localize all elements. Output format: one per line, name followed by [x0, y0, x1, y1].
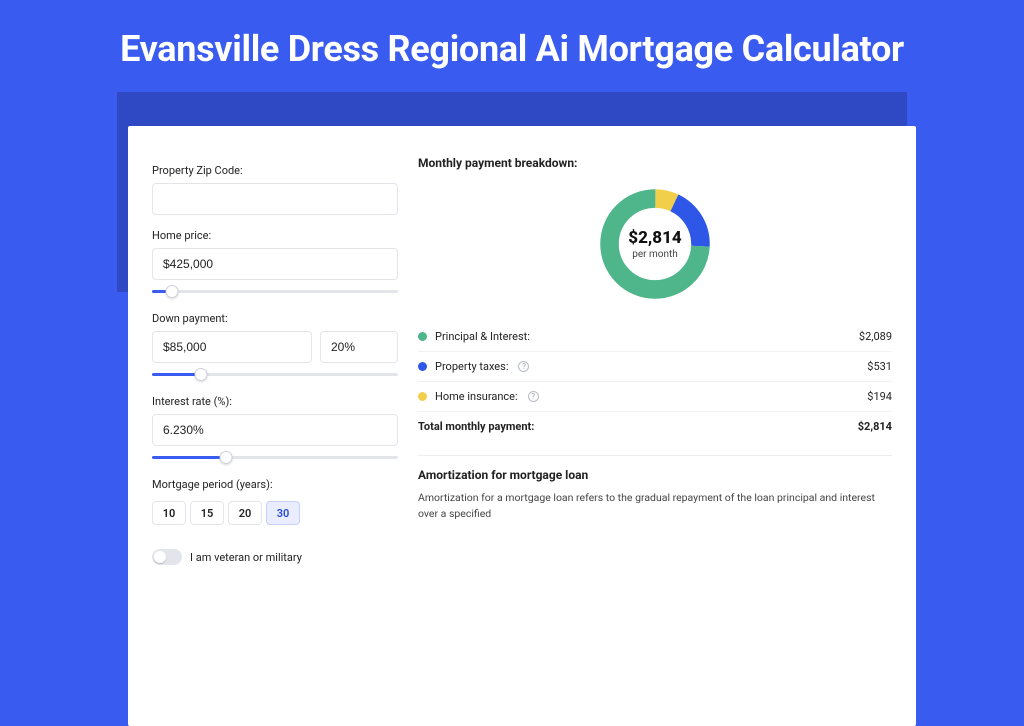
interest-slider[interactable]	[152, 450, 398, 464]
period-label: Mortgage period (years):	[152, 478, 398, 491]
legend-label: Property taxes:	[435, 360, 508, 373]
legend-left: Home insurance:?	[418, 390, 539, 403]
toggle-knob	[154, 551, 166, 563]
form-panel: Property Zip Code: Home price: Down paym…	[152, 156, 398, 696]
calculator-card: Property Zip Code: Home price: Down paym…	[128, 126, 916, 726]
down-payment-input[interactable]	[152, 331, 312, 363]
legend-value: $531	[867, 360, 892, 373]
interest-slider-thumb[interactable]	[219, 451, 232, 464]
legend-dot-icon	[418, 332, 427, 341]
home-price-slider-thumb[interactable]	[165, 285, 178, 298]
legend-row-ins: Home insurance:? $194	[418, 381, 892, 411]
legend-label: Home insurance:	[435, 390, 518, 403]
period-options: 10152030	[152, 501, 398, 525]
legend-left: Principal & Interest:	[418, 330, 530, 343]
interest-slider-fill	[152, 456, 226, 459]
home-price-slider[interactable]	[152, 284, 398, 298]
interest-input[interactable]	[152, 414, 398, 446]
legend-value: $2,089	[859, 330, 892, 343]
home-price-label: Home price:	[152, 229, 398, 242]
veteran-label: I am veteran or military	[190, 551, 302, 564]
legend: Principal & Interest: $2,089 Property taxe…	[418, 322, 892, 441]
amortization-title: Amortization for mortgage loan	[418, 468, 892, 482]
period-option-10[interactable]: 10	[152, 501, 186, 525]
amortization-body: Amortization for a mortgage loan refers …	[418, 490, 892, 522]
down-payment-label: Down payment:	[152, 312, 398, 325]
donut-sub: per month	[632, 249, 678, 260]
legend-left: Property taxes:?	[418, 360, 529, 373]
page-title: Evansville Dress Regional Ai Mortgage Ca…	[0, 28, 1024, 70]
legend-total-value: $2,814	[858, 420, 892, 433]
period-option-15[interactable]: 15	[190, 501, 224, 525]
info-icon[interactable]: ?	[518, 361, 529, 372]
legend-row-pi: Principal & Interest: $2,089	[418, 322, 892, 351]
legend-total-label: Total monthly payment:	[418, 420, 534, 433]
home-price-input[interactable]	[152, 248, 398, 280]
zip-label: Property Zip Code:	[152, 164, 398, 177]
legend-dot-icon	[418, 362, 427, 371]
donut-wrap: $2,814 per month	[418, 170, 892, 322]
legend-row-total: Total monthly payment: $2,814	[418, 411, 892, 441]
down-payment-slider-thumb[interactable]	[195, 368, 208, 381]
breakdown-panel: Monthly payment breakdown: $2,814 per mo…	[418, 156, 892, 696]
zip-input[interactable]	[152, 183, 398, 215]
period-option-30[interactable]: 30	[266, 501, 300, 525]
veteran-toggle[interactable]	[152, 549, 182, 565]
info-icon[interactable]: ?	[528, 391, 539, 402]
down-payment-pct-input[interactable]	[320, 331, 398, 363]
legend-label: Principal & Interest:	[435, 330, 530, 343]
down-payment-slider[interactable]	[152, 367, 398, 381]
donut-amount: $2,814	[628, 228, 681, 248]
donut-chart: $2,814 per month	[595, 184, 715, 304]
legend-value: $194	[867, 390, 892, 403]
donut-center: $2,814 per month	[595, 184, 715, 304]
interest-label: Interest rate (%):	[152, 395, 398, 408]
period-option-20[interactable]: 20	[228, 501, 262, 525]
hero: Evansville Dress Regional Ai Mortgage Ca…	[0, 0, 1024, 92]
legend-dot-icon	[418, 392, 427, 401]
breakdown-title: Monthly payment breakdown:	[418, 156, 892, 170]
legend-row-tax: Property taxes:? $531	[418, 351, 892, 381]
